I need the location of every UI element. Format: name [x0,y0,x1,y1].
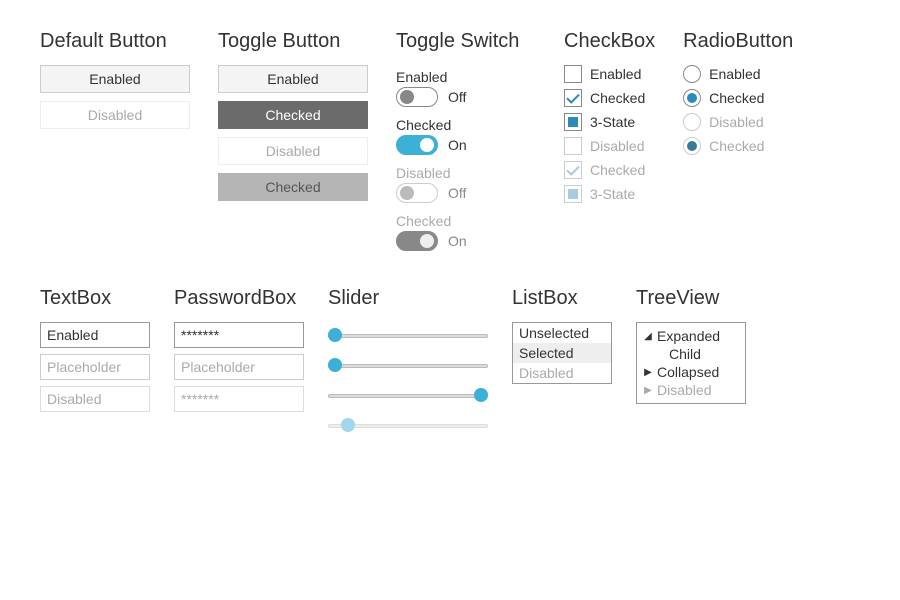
toggle-button-checked[interactable]: Checked [218,101,368,129]
passwordbox-enabled[interactable]: ******* [174,322,304,348]
checkbox-enabled[interactable] [564,65,582,83]
radio-label: Disabled [709,114,763,130]
listbox-item-selected[interactable]: Selected [513,343,611,363]
textbox-title: TextBox [40,287,150,310]
checkbox-label: 3-State [590,114,635,130]
slider-track [328,394,488,398]
listbox-item-disabled: Disabled [513,363,611,383]
listbox-section: ListBox Unselected Selected Disabled [512,287,612,384]
passwordbox-section: PasswordBox ******* Placeholder ******* [174,287,304,418]
passwordbox-title: PasswordBox [174,287,304,310]
treeview-section: TreeView ◢Expanded Child ▶Collapsed ▶Dis… [636,287,746,404]
toggle-switch-state-off-disabled: Off [448,185,466,201]
toggle-switch-section: Toggle Switch Enabled Off Checked On Dis… [396,30,536,257]
checkbox-section: CheckBox Enabled Checked 3-State Disable… [564,30,655,209]
default-button-title: Default Button [40,30,190,53]
listbox-title: ListBox [512,287,612,310]
default-button-enabled[interactable]: Enabled [40,65,190,93]
slider-thumb-icon[interactable] [474,388,488,402]
radio-label: Enabled [709,66,760,82]
checkbox-disabled [564,137,582,155]
checkbox-label: Disabled [590,138,644,154]
slider-title: Slider [328,287,488,310]
radio-enabled[interactable] [683,65,701,83]
switch-knob-icon [420,138,434,152]
treeview-title: TreeView [636,287,746,310]
toggle-button-section: Toggle Button Enabled Checked Disabled C… [218,30,368,209]
checkbox-label: Checked [590,90,645,106]
switch-knob-icon [420,234,434,248]
toggle-button-title: Toggle Button [218,30,368,53]
slider-disabled [328,420,488,432]
toggle-button-enabled[interactable]: Enabled [218,65,368,93]
tree-item-collapsed[interactable]: ▶Collapsed [643,363,739,381]
slider-enabled-1[interactable] [328,330,488,342]
default-button-disabled: Disabled [40,101,190,129]
toggle-switch-state-on: On [448,137,467,153]
toggle-switch-state-off: Off [448,89,466,105]
radio-checked-disabled [683,137,701,155]
toggle-button-checked-disabled: Checked [218,173,368,201]
default-button-section: Default Button Enabled Disabled [40,30,190,137]
tree-item-child[interactable]: Child [643,345,739,363]
slider-track [328,364,488,368]
tree-item-expanded[interactable]: ◢Expanded [643,327,739,345]
toggle-switch-disabled [396,183,438,203]
textbox-placeholder[interactable]: Placeholder [40,354,150,380]
checkbox-label: Enabled [590,66,641,82]
tree-item-disabled: ▶Disabled [643,381,739,399]
radio-disabled [683,113,701,131]
triangle-down-icon[interactable]: ◢ [643,331,653,342]
radio-label: Checked [709,138,764,154]
radio-section: RadioButton Enabled Checked Disabled Che… [683,30,793,161]
toggle-switch-title: Toggle Switch [396,30,536,53]
passwordbox-disabled: ******* [174,386,304,412]
slider-enabled-3[interactable] [328,390,488,402]
radio-label: Checked [709,90,764,106]
toggle-switch-label-checked-disabled: Checked [396,213,536,229]
checkbox-label: Checked [590,162,645,178]
triangle-right-icon[interactable]: ▶ [643,367,653,378]
checkbox-tristate[interactable] [564,113,582,131]
slider-section: Slider [328,287,488,432]
toggle-switch-checked[interactable] [396,135,438,155]
checkbox-checked[interactable] [564,89,582,107]
switch-knob-icon [400,90,414,104]
toggle-switch-label-enabled: Enabled [396,69,536,85]
checkbox-checked-disabled [564,161,582,179]
toggle-button-disabled: Disabled [218,137,368,165]
toggle-switch-checked-disabled [396,231,438,251]
slider-enabled-2[interactable] [328,360,488,372]
passwordbox-placeholder[interactable]: Placeholder [174,354,304,380]
toggle-switch-label-checked: Checked [396,117,536,133]
checkbox-label: 3-State [590,186,635,202]
listbox[interactable]: Unselected Selected Disabled [512,322,612,384]
toggle-switch-state-on-disabled: On [448,233,467,249]
slider-track [328,334,488,338]
triangle-right-icon: ▶ [643,385,653,396]
treeview[interactable]: ◢Expanded Child ▶Collapsed ▶Disabled [636,322,746,404]
checkbox-title: CheckBox [564,30,655,53]
switch-knob-icon [400,186,414,200]
radio-title: RadioButton [683,30,793,53]
slider-thumb-icon [341,418,355,432]
checkbox-tristate-disabled [564,185,582,203]
slider-thumb-icon[interactable] [328,328,342,342]
textbox-enabled[interactable]: Enabled [40,322,150,348]
toggle-switch-label-disabled: Disabled [396,165,536,181]
textbox-section: TextBox Enabled Placeholder Disabled [40,287,150,418]
radio-checked[interactable] [683,89,701,107]
toggle-switch-enabled[interactable] [396,87,438,107]
slider-thumb-icon[interactable] [328,358,342,372]
listbox-item-unselected[interactable]: Unselected [513,323,611,343]
textbox-disabled: Disabled [40,386,150,412]
